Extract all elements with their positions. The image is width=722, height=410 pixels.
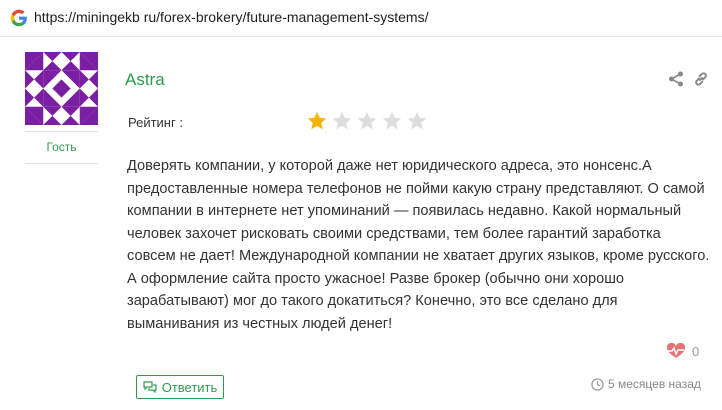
clock-icon (591, 378, 604, 391)
rating-stars (306, 110, 428, 132)
avatar-divider-top (25, 131, 98, 132)
comment-time: 5 месяцев назад (608, 377, 701, 391)
link-icon[interactable] (693, 71, 709, 87)
reply-label: Ответить (161, 379, 218, 395)
avatar (25, 52, 98, 125)
url-text[interactable]: https://miningekb ru/forex-brokery/futur… (34, 9, 429, 25)
like-count: 0 (692, 344, 700, 359)
avatar-divider-bottom (25, 163, 98, 164)
star-empty-icon (407, 111, 427, 130)
google-icon (10, 9, 27, 27)
star-empty-icon (332, 111, 352, 130)
comment-text: Доверять компании, у которой даже нет юр… (127, 158, 710, 332)
star-empty-icon (357, 111, 377, 130)
star-empty-icon (382, 111, 402, 130)
share-icon[interactable] (668, 71, 684, 87)
address-bar[interactable]: https://miningekb ru/forex-brokery/futur… (0, 0, 722, 37)
reply-button[interactable]: Ответить (136, 375, 224, 399)
user-role: Гость (46, 140, 77, 154)
star-filled-icon (307, 111, 327, 130)
rating-label: Рейтинг : (128, 115, 183, 130)
heart-pulse-icon[interactable] (666, 343, 686, 359)
chat-bubbles-icon (143, 381, 157, 393)
author-name[interactable]: Astra (125, 70, 165, 90)
